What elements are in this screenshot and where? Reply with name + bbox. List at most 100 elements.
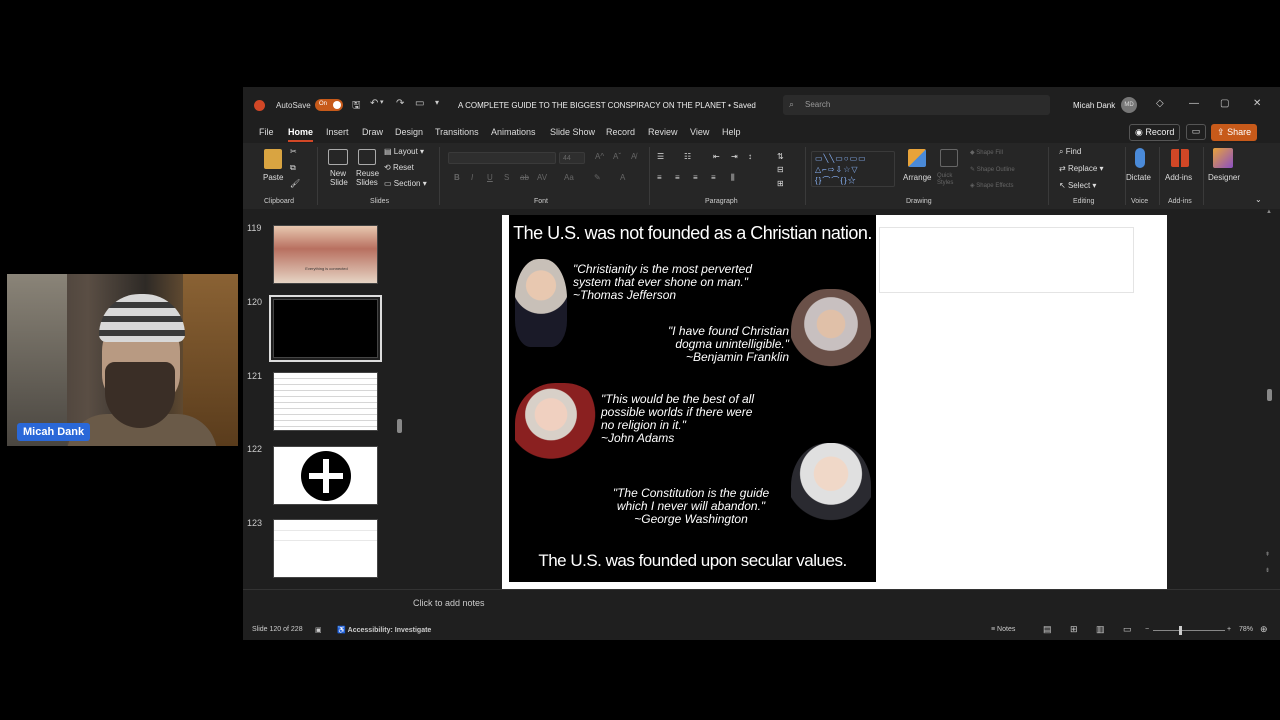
strikethrough-icon[interactable]: ab bbox=[520, 173, 529, 182]
tab-design[interactable]: Design bbox=[395, 127, 423, 137]
paste-button[interactable]: Paste bbox=[263, 173, 283, 182]
minimize-icon[interactable]: — bbox=[1189, 98, 1199, 109]
tab-record[interactable]: Record bbox=[606, 127, 635, 137]
bold-icon[interactable]: B bbox=[454, 173, 460, 182]
arrange-icon[interactable] bbox=[908, 149, 926, 167]
dictate-button[interactable]: Dictate bbox=[1126, 173, 1151, 182]
slide-scrollbar[interactable]: ▲ ⇞ ⇟ bbox=[1263, 209, 1280, 589]
format-painter-icon[interactable]: 🖌 bbox=[290, 179, 300, 188]
premium-diamond-icon[interactable]: ◇ bbox=[1156, 98, 1164, 109]
shadow-icon[interactable]: S bbox=[504, 173, 509, 182]
shape-fill-button[interactable]: ◆ Shape Fill bbox=[970, 149, 1003, 156]
redo-icon[interactable]: ↷ bbox=[396, 98, 404, 109]
highlight-icon[interactable]: ✎ bbox=[594, 173, 601, 182]
italic-icon[interactable]: I bbox=[471, 173, 473, 182]
align-text-icon[interactable]: ⊟ bbox=[777, 165, 784, 174]
share-button[interactable]: ⇪ Share bbox=[1211, 124, 1258, 141]
designer-button[interactable]: Designer bbox=[1208, 173, 1240, 182]
arrange-button[interactable]: Arrange bbox=[903, 173, 931, 182]
user-name[interactable]: Micah Dank bbox=[1073, 101, 1115, 110]
line-spacing-icon[interactable]: ↕ bbox=[748, 152, 752, 161]
avatar[interactable]: MD bbox=[1121, 97, 1137, 113]
current-slide[interactable]: The U.S. was not founded as a Christian … bbox=[502, 215, 1167, 590]
notes-pane[interactable]: Click to add notes bbox=[243, 589, 1280, 620]
align-right-icon[interactable]: ≡ bbox=[693, 173, 698, 182]
empty-text-placeholder[interactable] bbox=[879, 227, 1134, 293]
zoom-out-icon[interactable]: − bbox=[1145, 626, 1149, 633]
slide-thumbnail-selected[interactable] bbox=[269, 295, 382, 362]
new-slide-icon[interactable] bbox=[328, 149, 348, 165]
new-slide-button[interactable]: New Slide bbox=[330, 169, 354, 187]
underline-icon[interactable]: U bbox=[487, 173, 493, 182]
reset-button[interactable]: ⟲ Reset bbox=[384, 163, 414, 172]
zoom-slider[interactable] bbox=[1153, 626, 1225, 635]
notes-placeholder[interactable]: Click to add notes bbox=[413, 598, 485, 608]
font-color-icon[interactable]: A bbox=[620, 173, 625, 182]
quick-styles-button[interactable]: Quick Styles bbox=[937, 173, 961, 187]
normal-view-icon[interactable]: ▤ bbox=[1043, 624, 1052, 635]
zoom-slider-thumb[interactable] bbox=[1179, 626, 1182, 635]
tab-view[interactable]: View bbox=[690, 127, 709, 137]
smartart-icon[interactable]: ⊞ bbox=[777, 179, 784, 188]
customize-toolbar-icon[interactable]: ▾ bbox=[435, 98, 439, 107]
fit-to-window-icon[interactable]: ⊕ bbox=[1260, 624, 1268, 635]
numbering-icon[interactable]: ☷ bbox=[684, 152, 691, 161]
thumbnails-scrollbar[interactable] bbox=[396, 209, 403, 620]
tab-review[interactable]: Review bbox=[648, 127, 678, 137]
scroll-up-icon[interactable]: ▲ bbox=[1266, 209, 1272, 215]
select-button[interactable]: ↖ Select ▾ bbox=[1059, 181, 1096, 190]
document-title[interactable]: A COMPLETE GUIDE TO THE BIGGEST CONSPIRA… bbox=[458, 101, 756, 110]
reading-view-icon[interactable]: ▥ bbox=[1096, 624, 1105, 635]
reuse-slides-button[interactable]: Reuse Slides bbox=[356, 169, 382, 187]
tab-home[interactable]: Home bbox=[288, 127, 314, 142]
save-icon[interactable]: 🖫 bbox=[352, 98, 361, 115]
increase-indent-icon[interactable]: ⇥ bbox=[731, 152, 738, 161]
section-button[interactable]: ▭ Section ▾ bbox=[384, 179, 427, 188]
slide-image[interactable]: The U.S. was not founded as a Christian … bbox=[509, 215, 876, 582]
align-center-icon[interactable]: ≡ bbox=[675, 173, 680, 182]
tab-insert[interactable]: Insert bbox=[326, 127, 349, 137]
font-size-dropdown[interactable]: 44 bbox=[559, 152, 585, 164]
zoom-level[interactable]: 78% bbox=[1239, 626, 1253, 633]
shrink-font-icon[interactable]: Aˇ bbox=[613, 152, 621, 161]
replace-button[interactable]: ⇄ Replace ▾ bbox=[1059, 164, 1104, 173]
find-button[interactable]: ⌕ Find bbox=[1059, 147, 1081, 157]
tab-help[interactable]: Help bbox=[722, 127, 741, 137]
search-box[interactable]: ⌕ Search bbox=[783, 95, 1050, 115]
justify-icon[interactable]: ≡ bbox=[711, 173, 716, 182]
add-ins-icon[interactable] bbox=[1171, 149, 1189, 167]
shape-outline-button[interactable]: ✎ Shape Outline bbox=[970, 166, 1015, 173]
tab-slide-show[interactable]: Slide Show bbox=[550, 127, 595, 137]
reuse-slides-icon[interactable] bbox=[358, 149, 376, 165]
character-spacing-icon[interactable]: AV bbox=[537, 173, 547, 182]
scrollbar-thumb[interactable] bbox=[1267, 389, 1272, 401]
close-icon[interactable]: ✕ bbox=[1253, 98, 1261, 109]
designer-icon[interactable] bbox=[1213, 148, 1233, 168]
restore-icon[interactable]: ▢ bbox=[1220, 98, 1229, 109]
bullets-icon[interactable]: ☰ bbox=[657, 152, 664, 161]
decrease-indent-icon[interactable]: ⇤ bbox=[713, 152, 720, 161]
zoom-in-icon[interactable]: + bbox=[1227, 626, 1231, 633]
notes-button[interactable]: ≡ Notes bbox=[991, 626, 1015, 633]
undo-icon[interactable]: ↶ bbox=[370, 98, 378, 109]
tab-transitions[interactable]: Transitions bbox=[435, 127, 479, 137]
layout-button[interactable]: ▤ Layout ▾ bbox=[384, 147, 424, 156]
tab-file[interactable]: File bbox=[259, 127, 274, 137]
spelling-icon[interactable]: ▣ bbox=[315, 626, 322, 634]
undo-dropdown-icon[interactable]: ▾ bbox=[380, 98, 384, 106]
next-slide-icon[interactable]: ⇟ bbox=[1265, 567, 1270, 574]
shape-effects-button[interactable]: ◈ Shape Effects bbox=[970, 182, 1014, 189]
slide-sorter-icon[interactable]: ⊞ bbox=[1070, 624, 1078, 635]
previous-slide-icon[interactable]: ⇞ bbox=[1265, 551, 1270, 558]
paste-icon[interactable] bbox=[264, 149, 282, 169]
shapes-gallery[interactable]: ▭╲╲▭○▭▭ △⌐⇨⇩☆▽ {}⌒⌒{}☆ bbox=[811, 151, 895, 187]
slideshow-view-icon[interactable]: ▭ bbox=[1123, 624, 1132, 635]
tab-draw[interactable]: Draw bbox=[362, 127, 383, 137]
present-icon[interactable]: ▭ bbox=[415, 98, 424, 109]
columns-icon[interactable]: ⫼ bbox=[731, 173, 735, 183]
change-case-icon[interactable]: Aa bbox=[564, 173, 574, 182]
slide-thumbnail[interactable] bbox=[273, 372, 378, 431]
microphone-icon[interactable] bbox=[1135, 148, 1145, 168]
slide-thumbnail[interactable] bbox=[273, 519, 378, 578]
record-button[interactable]: ◉ Record bbox=[1129, 124, 1181, 141]
